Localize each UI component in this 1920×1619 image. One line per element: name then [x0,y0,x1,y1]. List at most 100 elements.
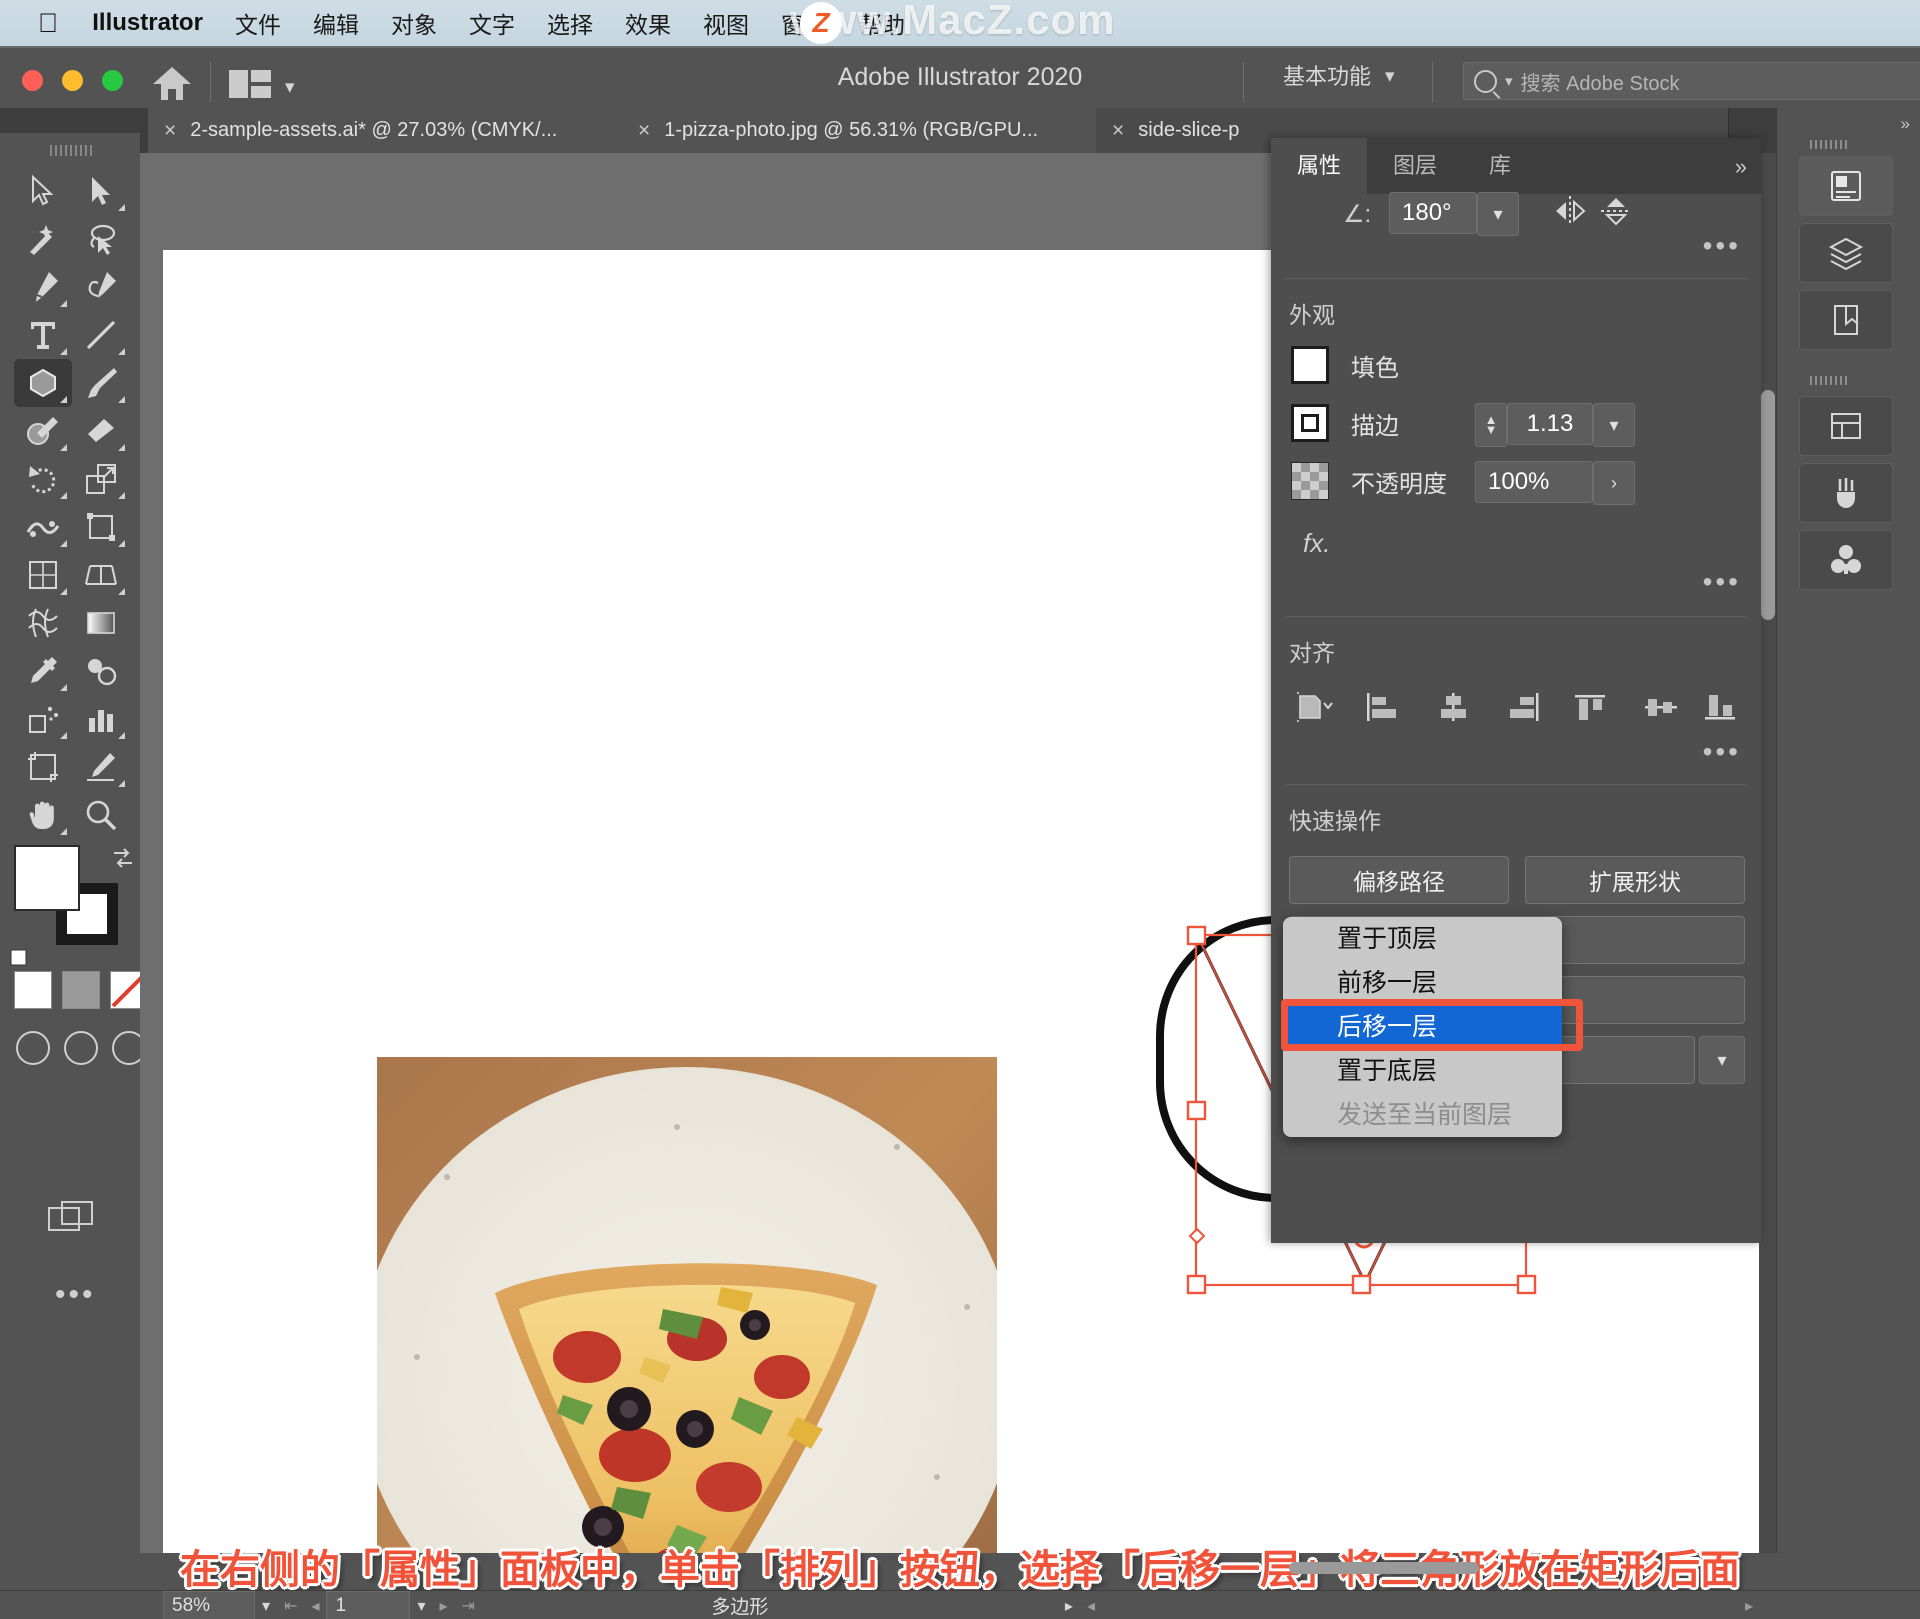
tool-column-graph[interactable] [72,695,130,743]
transform-more-options-icon[interactable]: ••• [1703,230,1741,262]
opacity-field[interactable]: 100% [1475,461,1593,503]
align-top-icon[interactable] [1571,686,1615,728]
prev-page-icon[interactable]: ◂ [304,1596,326,1616]
tool-paintbrush[interactable] [72,359,130,407]
tool-status-label[interactable]: 多边形 [422,1592,1058,1619]
apple-icon[interactable]:  [38,10,58,37]
tool-curvature[interactable] [72,263,130,311]
menu-select[interactable]: 选择 [547,6,593,40]
chevron-double-right-icon[interactable]: » [1901,114,1910,134]
close-icon[interactable]: × [164,119,176,143]
tool-direct-selection[interactable] [72,167,130,215]
align-right-icon[interactable] [1501,686,1545,728]
tool-mesh[interactable] [14,599,72,647]
workspace-switcher[interactable]: 基本功能 ▾ [1283,46,1395,108]
stroke-color-swatch[interactable] [1291,404,1329,442]
tool-eyedropper[interactable] [14,647,72,695]
opacity-options-button[interactable]: › [1593,461,1635,505]
tool-blend[interactable] [72,647,130,695]
expand-shape-button[interactable]: 扩展形状 [1525,856,1745,904]
menu-file[interactable]: 文件 [235,6,281,40]
dock-grip-1[interactable] [1810,140,1848,149]
app-menu-name[interactable]: Illustrator [92,9,203,37]
align-more-options-icon[interactable]: ••• [1703,736,1741,768]
menu-view[interactable]: 视图 [703,6,749,40]
tool-eraser[interactable] [72,407,130,455]
swap-fill-stroke-icon[interactable] [110,845,136,871]
menu-item-bring-to-front[interactable]: 置于顶层 [1283,917,1562,961]
document-tab-1[interactable]: × 2-sample-assets.ai* @ 27.03% (CMYK/... [148,108,655,153]
menu-item-send-to-back[interactable]: 置于底层 [1283,1049,1562,1093]
search-input[interactable]: ▾ 搜索 Adobe Stock [1463,62,1920,100]
align-center-h-icon[interactable] [1431,686,1475,728]
tool-scale[interactable] [72,455,130,503]
toolbar-grip[interactable] [50,145,92,156]
tool-perspective-grid[interactable] [72,551,130,599]
zoom-chevron-down-icon[interactable]: ▾ [255,1596,277,1616]
stroke-weight-field[interactable]: 1.13 [1507,403,1593,445]
menu-effect[interactable]: 效果 [625,6,671,40]
offset-path-button[interactable]: 偏移路径 [1289,856,1509,904]
tool-hand[interactable] [14,791,72,839]
tool-pen[interactable] [14,263,72,311]
flip-horizontal-icon[interactable] [1552,194,1588,228]
tab-properties[interactable]: 属性 [1271,138,1367,194]
vertical-scrollbar[interactable] [1759,153,1777,1553]
tool-lasso[interactable] [72,215,130,263]
tool-shape[interactable] [14,359,72,407]
document-tab-2[interactable]: × 1-pizza-photo.jpg @ 56.31% (RGB/GPU... [622,108,1129,153]
tool-type[interactable] [14,311,72,359]
menu-help[interactable]: 帮助 [859,6,905,40]
tool-magic-wand[interactable] [14,215,72,263]
fill-color-swatch[interactable] [14,845,80,911]
screen-mode-icon[interactable] [48,1201,98,1235]
angle-field[interactable]: 180° [1389,192,1477,234]
menu-type[interactable]: 文字 [469,6,515,40]
status-next-icon[interactable]: ▸ [1738,1596,1760,1616]
tool-free-transform[interactable] [72,503,130,551]
vertical-scrollbar-thumb[interactable] [1761,390,1775,620]
zoom-level-field[interactable]: 58% [163,1591,255,1619]
fx-button[interactable]: fx. [1303,528,1330,559]
tool-selection[interactable] [14,167,72,215]
align-bottom-icon[interactable] [1701,686,1745,728]
stroke-weight-stepper[interactable]: ▲▼ [1475,403,1507,447]
draw-normal-icon[interactable] [16,1031,50,1065]
stroke-options-chevron-down-icon[interactable]: ▾ [1593,403,1635,447]
color-button[interactable] [14,971,52,1009]
panel-icon-layers[interactable] [1799,223,1893,283]
quick-action-chevron-down-icon[interactable]: ▾ [1699,1036,1745,1084]
draw-behind-icon[interactable] [64,1031,98,1065]
menu-edit[interactable]: 编辑 [313,6,359,40]
pizza-slice-photo[interactable] [377,1057,997,1553]
menu-object[interactable]: 对象 [391,6,437,40]
tool-shape-builder[interactable] [14,551,72,599]
tool-artboard[interactable] [14,743,72,791]
status-play-icon[interactable]: ▸ [1058,1596,1080,1616]
align-to-icon[interactable] [1291,686,1335,728]
tool-line-segment[interactable] [72,311,130,359]
gradient-button[interactable] [62,971,100,1009]
tool-symbol-sprayer[interactable] [14,695,72,743]
tool-slice[interactable] [72,743,130,791]
angle-dropdown-chevron-down-icon[interactable]: ▾ [1477,192,1519,236]
fill-color-swatch[interactable] [1291,346,1329,384]
status-prev-icon[interactable]: ◂ [1080,1596,1102,1616]
first-page-icon[interactable]: ⇤ [277,1596,304,1616]
tool-shaper[interactable] [14,407,72,455]
panel-icon-symbols[interactable] [1799,530,1893,590]
tab-layers[interactable]: 图层 [1367,138,1463,194]
chevron-double-right-icon[interactable]: » [1735,154,1747,180]
align-left-icon[interactable] [1361,686,1405,728]
dock-grip-2[interactable] [1810,376,1848,385]
tool-zoom[interactable] [72,791,130,839]
flip-vertical-icon[interactable] [1598,194,1634,228]
close-icon[interactable]: × [1112,119,1124,143]
tool-rotate[interactable] [14,455,72,503]
tab-libraries[interactable]: 库 [1463,138,1537,194]
appearance-more-options-icon[interactable]: ••• [1703,566,1741,598]
panel-icon-libraries[interactable] [1799,290,1893,350]
align-center-v-icon[interactable] [1641,686,1685,728]
panel-icon-artboards[interactable] [1799,396,1893,456]
close-icon[interactable]: × [638,119,650,143]
